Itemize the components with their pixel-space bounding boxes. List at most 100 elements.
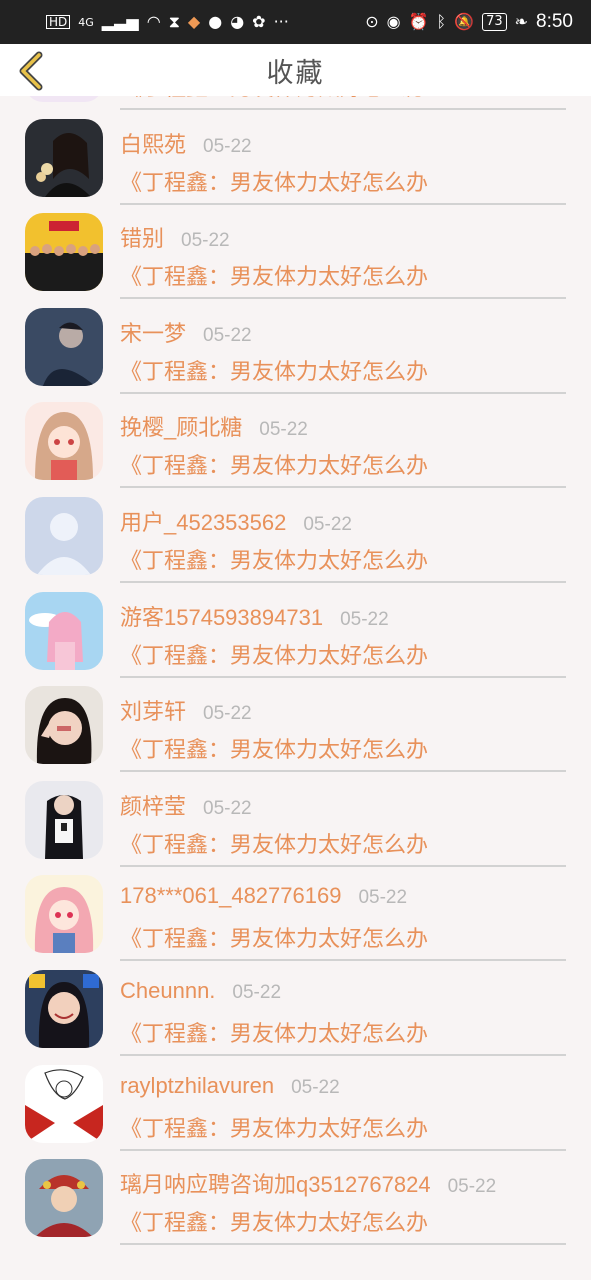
post-title-link[interactable]: 《丁程鑫：男友体力太好怎么办	[120, 259, 428, 291]
date: 05-22	[303, 514, 352, 535]
anime-girl-avatar	[25, 402, 103, 481]
post-title-link[interactable]: 《丁程鑫：男友体力太好怎么办	[120, 827, 428, 859]
hourglass-icon: ⧗	[168, 12, 180, 31]
item-meta: 错别 05-22	[120, 221, 566, 253]
hd-badge: HD	[46, 15, 71, 29]
divider	[120, 202, 566, 205]
list-item[interactable]: 刘芽轩 05-22 《丁程鑫：男友体力太好怎么办	[0, 682, 591, 777]
bluetooth-icon: ᛒ	[436, 12, 447, 31]
item-meta: 用户_452353562 05-22	[120, 505, 566, 537]
post-title-link[interactable]: 《丁程鑫：男友体力太好怎么办	[120, 921, 428, 953]
list-item[interactable]: 颜梓莹 05-22 《丁程鑫：男友体力太好怎么办	[0, 777, 591, 872]
avatar[interactable]	[25, 213, 103, 292]
data-saver-icon: ⊙	[365, 12, 379, 31]
divider	[120, 581, 566, 583]
date: 05-22	[203, 703, 252, 725]
opera-costume-avatar	[25, 1159, 103, 1238]
aperture-icon: ✿	[252, 12, 266, 31]
divider	[120, 1054, 566, 1056]
list-item[interactable]: 178***061_482776169 05-22 《丁程鑫：男友体力太好怎么办	[0, 871, 591, 966]
divider	[120, 864, 566, 867]
avatar[interactable]	[25, 402, 103, 481]
avatar[interactable]	[25, 875, 103, 954]
avatar[interactable]	[25, 497, 103, 575]
girl-uniform-avatar	[25, 780, 103, 859]
alarm-icon: ⏰	[408, 12, 429, 31]
girl-flowers-avatar	[25, 118, 103, 197]
item-meta: 178***061_482776169 05-22	[120, 883, 566, 909]
avatar[interactable]	[25, 780, 103, 859]
divider	[120, 391, 566, 394]
username[interactable]: 刘芽轩	[120, 694, 186, 726]
divider	[120, 959, 566, 962]
post-title-link[interactable]: 《丁程鑫：男友体力太好怎么办	[120, 354, 428, 386]
divider	[120, 108, 566, 110]
eye-icon: ◉	[386, 12, 401, 31]
username[interactable]: 错别	[120, 221, 164, 253]
back-button[interactable]	[14, 51, 50, 91]
list-item[interactable]: 错别 05-22 《丁程鑫：男友体力太好怎么办	[0, 209, 591, 304]
username[interactable]: 宋一梦	[120, 316, 186, 348]
item-meta: 颜梓莹 05-22	[120, 789, 566, 821]
list-item[interactable]: 用户_452353562 05-22 《丁程鑫：男友体力太好怎么办	[0, 493, 591, 588]
date: 05-22	[291, 1076, 340, 1098]
app-color-icon: ◆	[187, 12, 201, 31]
item-meta: 宋一梦 05-22	[120, 316, 566, 348]
girl-peace-avatar	[25, 686, 103, 765]
avatar[interactable]	[25, 307, 103, 386]
post-title-link[interactable]: 《丁程鑫：男友体力太好怎么办	[120, 448, 428, 480]
list-item[interactable]: 游客1574593894731 05-22 《丁程鑫：男友体力太好怎么办	[0, 588, 591, 683]
status-left: HD 4G ▂▃▅ ◠ ⧗ ◆ ● ◕ ✿ ···	[46, 14, 289, 30]
divider	[120, 486, 566, 489]
list-item[interactable]: raylptzhilavuren 05-22 《丁程鑫：男友体力太好怎么办	[0, 1061, 591, 1156]
post-title-link[interactable]: 《丁程鑫：男友体力太好怎么办	[120, 638, 428, 670]
username[interactable]: Cheunnn.	[120, 978, 215, 1004]
avatar[interactable]	[25, 1064, 103, 1143]
chat-bubble-icon: ●	[208, 12, 223, 31]
item-meta: 璃月呐应聘咨询加q3512767824 05-22	[120, 1167, 566, 1199]
favorites-list[interactable]: 《丁程鑫：男友体力太好怎么办白熙苑 05-22 《丁程鑫：男友体力太好怎么办错别 05…	[0, 96, 591, 1280]
date: 05-22	[203, 135, 252, 157]
divider	[120, 1148, 566, 1151]
list-item[interactable]: 《丁程鑫：男友体力太好怎么办	[0, 96, 591, 115]
post-title-link[interactable]: 《丁程鑫：男友体力太好怎么办	[120, 1111, 428, 1143]
avatar[interactable]	[25, 96, 103, 102]
avatar[interactable]	[25, 118, 103, 197]
list-item[interactable]: 白熙苑 05-22 《丁程鑫：男友体力太好怎么办	[0, 115, 591, 210]
item-meta: raylptzhilavuren 05-22	[120, 1073, 566, 1099]
list-item[interactable]: Cheunnn. 05-22 《丁程鑫：男友体力太好怎么办	[0, 966, 591, 1061]
list-item[interactable]: 挽樱_顾北糖 05-22 《丁程鑫：男友体力太好怎么办	[0, 398, 591, 493]
username[interactable]: 游客1574593894731	[120, 600, 323, 632]
date: 05-22	[358, 887, 408, 909]
username[interactable]: 用户_452353562	[120, 505, 286, 537]
username[interactable]: 颜梓莹	[120, 789, 186, 821]
group-photo-avatar	[25, 213, 103, 292]
signal-icon: ▂▃▅	[101, 12, 139, 31]
girl-smile-avatar	[25, 970, 103, 1048]
username[interactable]: 白熙苑	[120, 127, 186, 159]
username[interactable]: raylptzhilavuren	[120, 1073, 274, 1099]
list-item[interactable]: 宋一梦 05-22 《丁程鑫：男友体力太好怎么办	[0, 304, 591, 399]
anime-bunny-avatar	[25, 96, 103, 102]
avatar[interactable]	[25, 1159, 103, 1238]
post-title-link[interactable]: 《丁程鑫：男友体力太好怎么办	[120, 543, 428, 575]
post-title-link[interactable]: 《丁程鑫：男友体力太好怎么办	[120, 165, 428, 197]
post-title-link[interactable]: 《丁程鑫：男友体力太好怎么办	[120, 1016, 428, 1048]
post-title-link[interactable]: 《丁程鑫：男友体力太好怎么办	[120, 732, 428, 764]
anime-sky-avatar	[25, 591, 103, 670]
avatar[interactable]	[25, 970, 103, 1048]
item-meta: 游客1574593894731 05-22	[120, 600, 566, 632]
username[interactable]: 178***061_482776169	[120, 883, 341, 909]
list-item[interactable]: 璃月呐应聘咨询加q3512767824 05-22 《丁程鑫：男友体力太好怎么办	[0, 1155, 591, 1250]
network-type-label: 4G	[78, 15, 94, 29]
divider	[120, 770, 566, 773]
username[interactable]: 璃月呐应聘咨询加q3512767824	[120, 1167, 431, 1199]
avatar[interactable]	[25, 591, 103, 670]
date: 05-22	[203, 324, 252, 346]
clock-time: 8:50	[536, 11, 573, 32]
username[interactable]: 挽樱_顾北糖	[120, 410, 242, 442]
post-title-link[interactable]: 《丁程鑫：男友体力太好怎么办	[120, 1205, 428, 1237]
avatar[interactable]	[25, 686, 103, 765]
date: 05-22	[203, 797, 252, 819]
post-title-link[interactable]: 《丁程鑫：男友体力太好怎么办	[120, 96, 428, 102]
